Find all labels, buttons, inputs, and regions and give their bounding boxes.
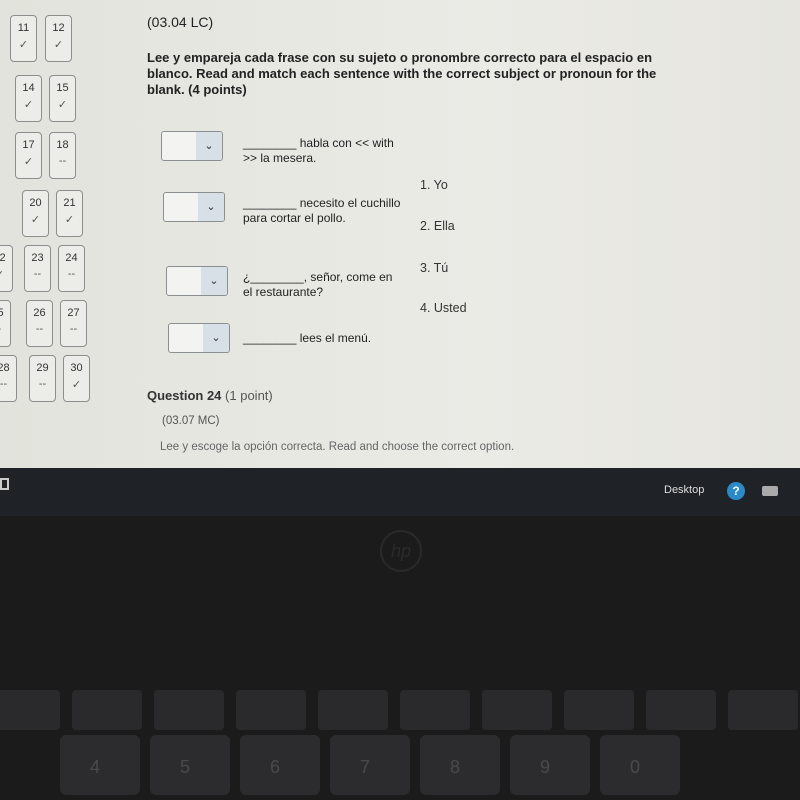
sentence-4: ________ lees el menú. xyxy=(243,331,372,345)
option-3: 3. Tú xyxy=(420,261,449,275)
function-key[interactable] xyxy=(0,690,60,730)
number-key[interactable]: 7 xyxy=(330,735,410,795)
option-2: 2. Ella xyxy=(420,219,455,233)
question-number: 29 xyxy=(36,362,49,374)
question-number: 20 xyxy=(29,197,42,209)
number-key[interactable]: 4 xyxy=(60,735,140,795)
question-nav-22[interactable]: 22 ✓ xyxy=(0,245,13,292)
function-key[interactable] xyxy=(154,690,224,730)
check-icon: ✓ xyxy=(57,99,68,111)
next-question-title: Question 24 xyxy=(147,388,222,403)
function-key[interactable] xyxy=(400,690,470,730)
check-icon: ✓ xyxy=(23,156,34,168)
question-nav-30[interactable]: 30 ✓ xyxy=(63,355,90,402)
question-number: 26 xyxy=(33,307,46,319)
check-icon: ✓ xyxy=(30,214,41,226)
question-nav-29[interactable]: 29 -- xyxy=(29,355,56,402)
check-icon: ✓ xyxy=(64,214,75,226)
number-key[interactable]: 8 xyxy=(420,735,500,795)
unanswered-marker: -- xyxy=(0,323,10,335)
unanswered-marker: -- xyxy=(35,323,44,335)
desktop-toolbar[interactable]: Desktop xyxy=(664,484,704,496)
question-nav-14[interactable]: 14 ✓ xyxy=(15,75,42,122)
unanswered-marker: -- xyxy=(33,268,42,280)
check-icon: ✓ xyxy=(23,99,34,111)
function-key[interactable] xyxy=(564,690,634,730)
answer-dropdown-3[interactable]: ⌄ xyxy=(166,266,228,296)
function-key[interactable] xyxy=(482,690,552,730)
question-number: 18 xyxy=(56,139,69,151)
unanswered-marker: -- xyxy=(0,378,8,390)
question-code: (03.04 LC) xyxy=(147,14,214,30)
question-number: 15 xyxy=(56,82,69,94)
function-key[interactable] xyxy=(646,690,716,730)
number-key[interactable]: 5 xyxy=(150,735,230,795)
question-nav-24[interactable]: 24 -- xyxy=(58,245,85,292)
sentence-2: ________ necesito el cuchillo para corta… xyxy=(243,196,401,225)
question-nav-28[interactable]: 28 -- xyxy=(0,355,17,402)
browser-screen: 11 ✓ 12 ✓ 14 ✓ 15 ✓ 17 ✓ 18 -- 20 ✓ 21 ✓ 23 -- 24 -- 26 -- 27 -… xyxy=(0,0,800,468)
chevron-down-icon: ⌄ xyxy=(198,193,224,221)
question-nav-11[interactable]: 11 ✓ xyxy=(10,15,37,62)
question-number: 22 xyxy=(0,252,6,264)
check-icon: ✓ xyxy=(71,379,82,391)
chevron-down-icon: ⌄ xyxy=(196,132,222,160)
question-number: 30 xyxy=(70,362,83,374)
option-1: 1. Yo xyxy=(420,178,448,192)
chevron-down-icon: ⌄ xyxy=(201,267,227,295)
sentence-1: ________ habla con << with >> la mesera. xyxy=(243,136,394,165)
hp-logo: hp xyxy=(380,530,422,572)
next-question-heading: Question 24 (1 point) xyxy=(147,388,273,403)
question-nav-18[interactable]: 18 -- xyxy=(49,132,76,179)
question-nav-17[interactable]: 17 ✓ xyxy=(15,132,42,179)
question-number: 17 xyxy=(22,139,35,151)
next-question-points: (1 point) xyxy=(225,388,273,403)
next-question-code: (03.07 MC) xyxy=(162,415,220,427)
number-key[interactable]: 9 xyxy=(510,735,590,795)
check-icon: ✓ xyxy=(18,39,29,51)
question-instructions: Lee y empareja cada frase con su sujeto … xyxy=(147,50,657,97)
question-number: 24 xyxy=(65,252,78,264)
check-icon: ✓ xyxy=(53,39,64,51)
function-key[interactable] xyxy=(318,690,388,730)
answer-dropdown-2[interactable]: ⌄ xyxy=(163,192,225,222)
unanswered-marker: -- xyxy=(58,155,67,167)
question-nav-20[interactable]: 20 ✓ xyxy=(22,190,49,237)
question-nav-15[interactable]: 15 ✓ xyxy=(49,75,76,122)
question-number: 25 xyxy=(0,307,4,319)
chevron-down-icon: ⌄ xyxy=(203,324,229,352)
answer-dropdown-4[interactable]: ⌄ xyxy=(168,323,230,353)
number-key[interactable]: 0 xyxy=(600,735,680,795)
question-number: 11 xyxy=(17,22,30,34)
question-nav-25[interactable]: 25 -- xyxy=(0,300,11,347)
unanswered-marker: -- xyxy=(67,268,76,280)
unanswered-marker: -- xyxy=(69,323,78,335)
question-nav-27[interactable]: 27 -- xyxy=(60,300,87,347)
question-number: 23 xyxy=(31,252,44,264)
question-number: 14 xyxy=(22,82,35,94)
help-icon[interactable]: ? xyxy=(727,482,745,500)
question-nav-21[interactable]: 21 ✓ xyxy=(56,190,83,237)
question-number: 12 xyxy=(52,22,65,34)
window-icon[interactable] xyxy=(0,478,9,490)
question-number: 21 xyxy=(63,197,76,209)
question-nav-26[interactable]: 26 -- xyxy=(26,300,53,347)
next-question-text: Lee y escoge la opción correcta. Read an… xyxy=(160,441,515,453)
check-icon: ✓ xyxy=(0,268,12,281)
unanswered-marker: -- xyxy=(38,378,47,390)
question-nav-12[interactable]: 12 ✓ xyxy=(45,15,72,62)
function-key[interactable] xyxy=(236,690,306,730)
option-4: 4. Usted xyxy=(420,301,467,315)
question-number: 28 xyxy=(0,362,10,374)
sentence-3: ¿________, señor, come en el restaurante… xyxy=(243,270,393,299)
question-nav-23[interactable]: 23 -- xyxy=(24,245,51,292)
number-key[interactable]: 6 xyxy=(240,735,320,795)
question-number: 27 xyxy=(67,307,80,319)
function-key[interactable] xyxy=(72,690,142,730)
answer-dropdown-1[interactable]: ⌄ xyxy=(161,131,223,161)
network-icon[interactable] xyxy=(762,486,778,496)
taskbar: Desktop ? xyxy=(0,468,800,516)
function-key[interactable] xyxy=(728,690,798,730)
